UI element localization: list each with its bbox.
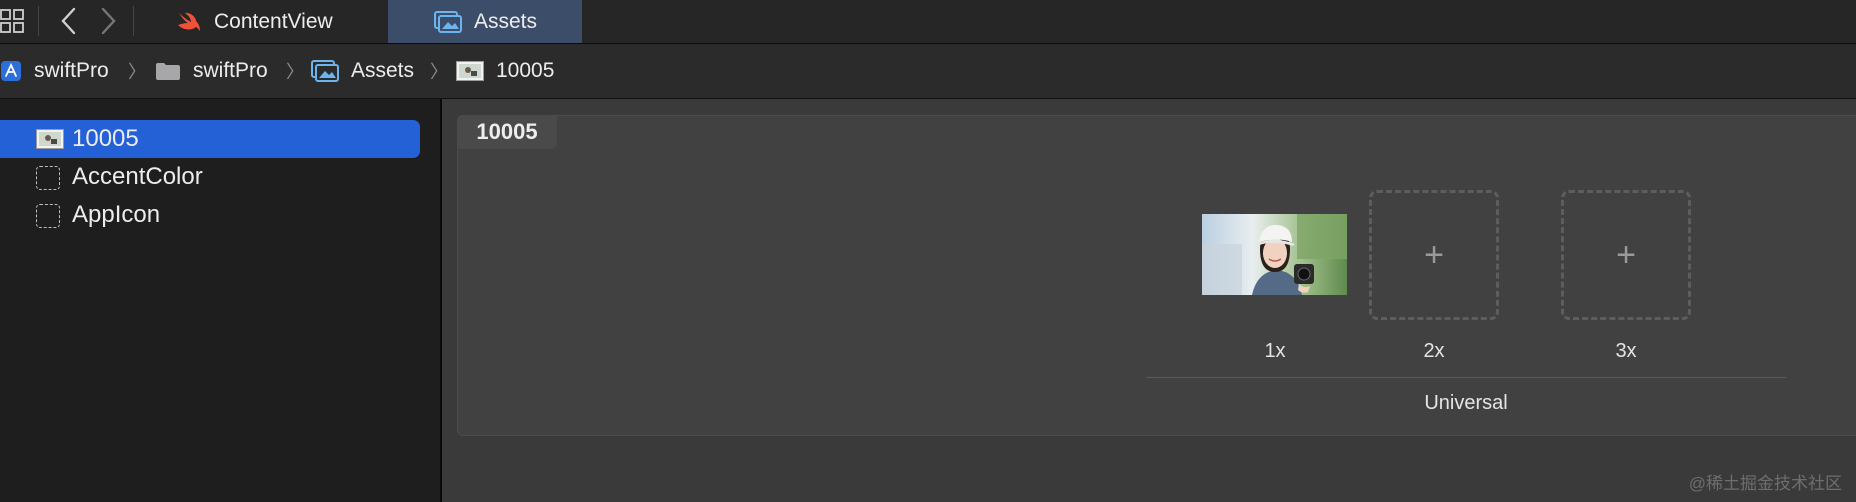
scale-label-1x: 1x	[1264, 340, 1286, 362]
tab-label: ContentView	[214, 9, 333, 33]
list-item-label: AccentColor	[72, 163, 203, 190]
list-item-10005[interactable]: 10005	[0, 120, 420, 158]
breadcrumb-label: swiftPro	[34, 59, 109, 82]
app-project-icon	[0, 60, 22, 82]
scale-label-3x: 3x	[1615, 340, 1637, 362]
forward-chevron-icon[interactable]	[94, 5, 122, 37]
image-set-name[interactable]: 10005	[457, 115, 557, 149]
color-set-icon	[36, 166, 60, 190]
asset-editor: + + 1x 2x 3x Universal 10005 @稀土掘金技术社区	[442, 99, 1856, 502]
breadcrumb-separator: 〉	[128, 62, 146, 82]
breadcrumb-separator: 〉	[430, 62, 448, 82]
watermark: @稀土掘金技术社区	[1688, 474, 1842, 493]
list-item-label: 10005	[72, 125, 139, 152]
divider	[1146, 377, 1786, 378]
swift-icon	[176, 11, 202, 33]
tab-assets[interactable]: Assets	[388, 0, 582, 43]
list-item-accentcolor[interactable]: AccentColor	[0, 158, 420, 196]
breadcrumb-item-assets[interactable]: Assets	[311, 44, 414, 98]
image-slot-3x[interactable]: +	[1561, 190, 1691, 320]
add-image-icon: +	[1424, 235, 1444, 274]
list-item-appicon[interactable]: AppIcon	[0, 196, 420, 234]
editor-tab-bar: ContentView Assets	[0, 0, 1856, 44]
assets-icon	[311, 60, 339, 82]
breadcrumb-item-project[interactable]: swiftPro	[0, 44, 109, 98]
breadcrumb-label: 10005	[496, 59, 555, 82]
breadcrumb-label: swiftPro	[193, 59, 268, 82]
tab-contentview[interactable]: ContentView	[176, 0, 386, 43]
add-image-icon: +	[1616, 235, 1636, 274]
folder-icon	[155, 61, 181, 81]
breadcrumb-label: Assets	[351, 59, 415, 82]
breadcrumb-separator: 〉	[286, 62, 304, 82]
asset-catalog-outline: 10005 AccentColor AppIcon	[0, 99, 442, 502]
portrait-photo	[1202, 214, 1347, 295]
toolbar-divider	[133, 6, 134, 36]
related-items-grid-icon[interactable]	[0, 8, 26, 34]
breadcrumb-item-folder[interactable]: swiftPro	[155, 44, 268, 98]
app-icon-set-icon	[36, 204, 60, 228]
image-set-panel: + + 1x 2x 3x Universal	[457, 115, 1856, 436]
breadcrumb: swiftPro 〉 swiftPro 〉 Assets 〉 10005	[0, 44, 1856, 99]
toolbar-divider	[38, 6, 39, 36]
back-chevron-icon[interactable]	[55, 5, 83, 37]
image-thumbnail-icon	[36, 128, 64, 157]
scale-label-2x: 2x	[1423, 340, 1445, 362]
assets-icon	[434, 10, 462, 33]
image-slot-2x[interactable]: +	[1369, 190, 1499, 320]
breadcrumb-item-image[interactable]: 10005	[456, 44, 554, 98]
list-item-label: AppIcon	[72, 201, 161, 228]
image-thumbnail-icon	[456, 61, 484, 81]
tab-label: Assets	[474, 9, 538, 33]
device-group-label: Universal	[1424, 392, 1508, 414]
image-slot-1x[interactable]	[1202, 214, 1347, 295]
